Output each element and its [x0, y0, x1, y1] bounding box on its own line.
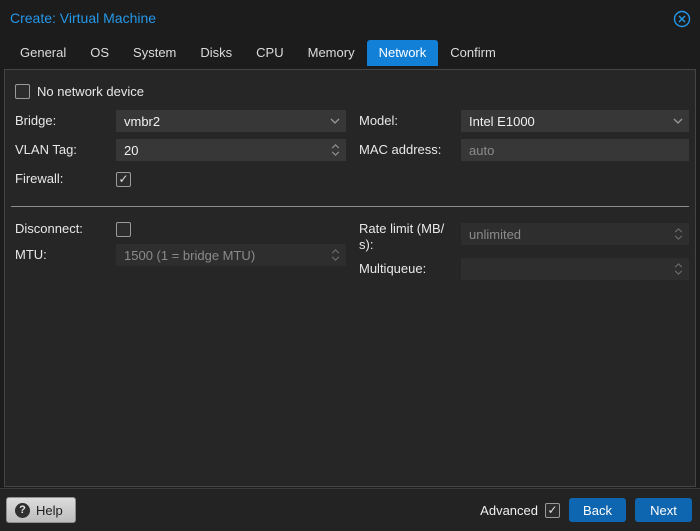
no-network-device-label: No network device	[37, 83, 144, 99]
tab-general[interactable]: General	[8, 40, 78, 66]
mtu-label: MTU:	[15, 247, 47, 262]
chevron-down-icon[interactable]	[330, 110, 340, 132]
model-label: Model:	[359, 113, 399, 128]
firewall-checkbox[interactable]: ✓	[116, 171, 131, 187]
section-divider	[11, 206, 689, 207]
back-button[interactable]: Back	[569, 498, 626, 522]
tab-system[interactable]: System	[121, 40, 188, 66]
mtu-placeholder: 1500 (1 = bridge MTU)	[124, 247, 256, 263]
checkmark-icon: ✓	[547, 503, 558, 517]
spinner-up-down-icon	[674, 223, 683, 245]
mtu-spinner: 1500 (1 = bridge MTU)	[116, 244, 346, 266]
spinner-up-down-icon[interactable]	[331, 139, 340, 161]
bridge-label: Bridge:	[15, 113, 57, 128]
rate-limit-label: Rate limit (MB/ s):	[359, 221, 445, 252]
help-icon: ?	[15, 502, 30, 518]
spinner-up-down-icon	[674, 258, 683, 280]
checkmark-icon: ✓	[118, 172, 129, 186]
multiqueue-label: Multiqueue:	[359, 261, 427, 276]
chevron-down-icon[interactable]	[673, 110, 683, 132]
bridge-value: vmbr2	[124, 113, 161, 129]
tab-memory[interactable]: Memory	[296, 40, 367, 66]
multiqueue-spinner	[461, 258, 689, 280]
vlan-tag-value: 20	[124, 142, 139, 158]
next-button[interactable]: Next	[635, 498, 692, 522]
spinner-up-down-icon	[331, 244, 340, 266]
tab-cpu[interactable]: CPU	[244, 40, 295, 66]
mac-address-label: MAC address:	[359, 142, 442, 157]
vlan-tag-label: VLAN Tag:	[15, 142, 77, 157]
network-form-panel: ✓ No network device Bridge: vmbr2 VLAN T…	[4, 69, 696, 487]
tab-network[interactable]: Network	[366, 40, 439, 66]
advanced-label: Advanced	[480, 502, 538, 518]
rate-limit-placeholder: unlimited	[469, 226, 522, 242]
no-network-device-checkbox[interactable]: ✓	[15, 83, 30, 99]
mac-address-input[interactable]: auto	[461, 139, 689, 161]
model-select[interactable]: Intel E1000	[461, 110, 689, 132]
dialog-titlebar: Create: Virtual Machine	[0, 0, 700, 38]
disconnect-checkbox[interactable]: ✓	[116, 221, 131, 237]
tab-os[interactable]: OS	[78, 40, 121, 66]
wizard-tabs: General OS System Disks CPU Memory Netwo…	[8, 40, 692, 66]
help-button-label: Help	[36, 502, 63, 518]
bridge-select[interactable]: vmbr2	[116, 110, 346, 132]
close-icon[interactable]	[672, 9, 692, 29]
tab-confirm[interactable]: Confirm	[438, 40, 508, 66]
model-value: Intel E1000	[469, 113, 535, 129]
vlan-tag-spinner[interactable]: 20	[116, 139, 346, 161]
tab-disks[interactable]: Disks	[188, 40, 244, 66]
help-button[interactable]: ? Help	[6, 497, 76, 523]
disconnect-label: Disconnect:	[15, 221, 83, 236]
mac-address-placeholder: auto	[469, 142, 495, 158]
dialog-footer: ? Help Advanced ✓ Back Next	[0, 488, 700, 531]
rate-limit-spinner: unlimited	[461, 223, 689, 245]
dialog-title: Create: Virtual Machine	[10, 10, 157, 26]
firewall-label: Firewall:	[15, 171, 64, 186]
advanced-checkbox[interactable]: ✓	[545, 502, 560, 518]
